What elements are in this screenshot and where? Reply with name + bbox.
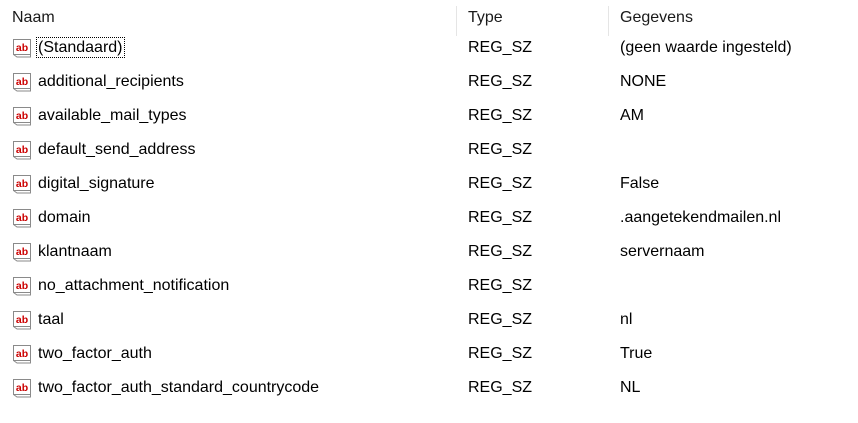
registry-value-row[interactable]: ab default_send_address REG_SZ [0,133,858,167]
value-data: (geen waarde ingesteld) [620,39,792,56]
value-name-text: no_attachment_notification [38,277,230,294]
value-data: NONE [620,73,667,90]
svg-text:ab: ab [16,246,28,258]
value-name: klantnaam [38,235,112,269]
registry-value-row[interactable]: ab additional_recipients REG_SZ NONE [0,65,858,99]
reg-string-icon: ab [13,345,31,364]
value-type: REG_SZ [468,277,533,294]
registry-value-row[interactable]: ab klantnaam REG_SZ servernaam [0,235,858,269]
reg-string-icon: ab [13,175,31,194]
value-name-text: two_factor_auth [38,345,152,362]
value-type: REG_SZ [468,345,533,362]
value-name-text: digital_signature [38,175,155,192]
value-name-text: taal [38,311,64,328]
value-type: REG_SZ [468,73,533,90]
reg-string-icon: ab [13,209,31,228]
value-data: servernaam [620,243,705,260]
reg-string-icon: ab [13,277,31,296]
value-data: False [620,175,660,192]
value-name: two_factor_auth_standard_countrycode [38,371,319,405]
value-data: NL [620,379,641,396]
value-type: REG_SZ [468,107,533,124]
svg-text:ab: ab [16,382,28,394]
value-name-text: (Standaard) [36,37,125,58]
value-name-text: two_factor_auth_standard_countrycode [38,379,320,396]
registry-values-list[interactable]: Naam Type Gegevens ab (Standaard) REG_SZ (g… [0,0,858,423]
reg-string-icon: ab [13,311,31,330]
svg-text:ab: ab [16,280,28,292]
value-name: taal [38,303,64,337]
value-type: REG_SZ [468,175,533,192]
reg-string-icon: ab [13,73,31,92]
value-name-text: domain [38,209,91,226]
value-name: (Standaard) [36,31,125,65]
value-name: digital_signature [38,167,155,201]
value-data: .aangetekendmailen.nl [620,209,782,226]
registry-value-row[interactable]: ab no_attachment_notification REG_SZ [0,269,858,303]
svg-text:ab: ab [16,314,28,326]
value-name: available_mail_types [38,99,187,133]
value-name-text: available_mail_types [38,107,187,124]
value-type: REG_SZ [468,141,533,158]
registry-value-row[interactable]: ab (Standaard) REG_SZ (geen waarde ingestel… [0,31,858,65]
svg-text:ab: ab [16,348,28,360]
value-type: REG_SZ [468,243,533,260]
svg-text:ab: ab [16,42,28,54]
value-data: nl [620,311,633,328]
registry-value-row[interactable]: ab two_factor_auth REG_SZ True [0,337,858,371]
value-data: True [620,345,653,362]
value-type: REG_SZ [468,209,533,226]
value-name: domain [38,201,90,235]
reg-string-icon: ab [13,379,31,398]
value-name-text: additional_recipients [38,73,184,90]
value-name-text: klantnaam [38,243,112,260]
reg-string-icon: ab [13,243,31,262]
value-name: two_factor_auth [38,337,152,371]
value-type: REG_SZ [468,379,533,396]
svg-text:ab: ab [16,212,28,224]
value-data: AM [620,107,644,124]
registry-value-row[interactable]: ab two_factor_auth_standard_countrycode RE… [0,371,858,405]
reg-string-icon: ab [13,141,31,160]
svg-text:ab: ab [16,144,28,156]
svg-text:ab: ab [16,76,28,88]
registry-value-row[interactable]: ab domain REG_SZ .aangetekendmailen.nl [0,201,858,235]
value-type: REG_SZ [468,311,533,328]
registry-value-row[interactable]: ab taal REG_SZ nl [0,303,858,337]
reg-string-icon: ab [13,39,31,58]
value-name: no_attachment_notification [38,269,229,303]
value-type: REG_SZ [468,39,533,56]
reg-string-icon: ab [13,107,31,126]
value-name: default_send_address [38,133,195,167]
value-name: additional_recipients [38,65,184,99]
value-name-text: default_send_address [38,141,196,158]
registry-value-row[interactable]: ab digital_signature REG_SZ False [0,167,858,201]
svg-text:ab: ab [16,110,28,122]
svg-text:ab: ab [16,178,28,190]
registry-value-row[interactable]: ab available_mail_types REG_SZ AM [0,99,858,133]
